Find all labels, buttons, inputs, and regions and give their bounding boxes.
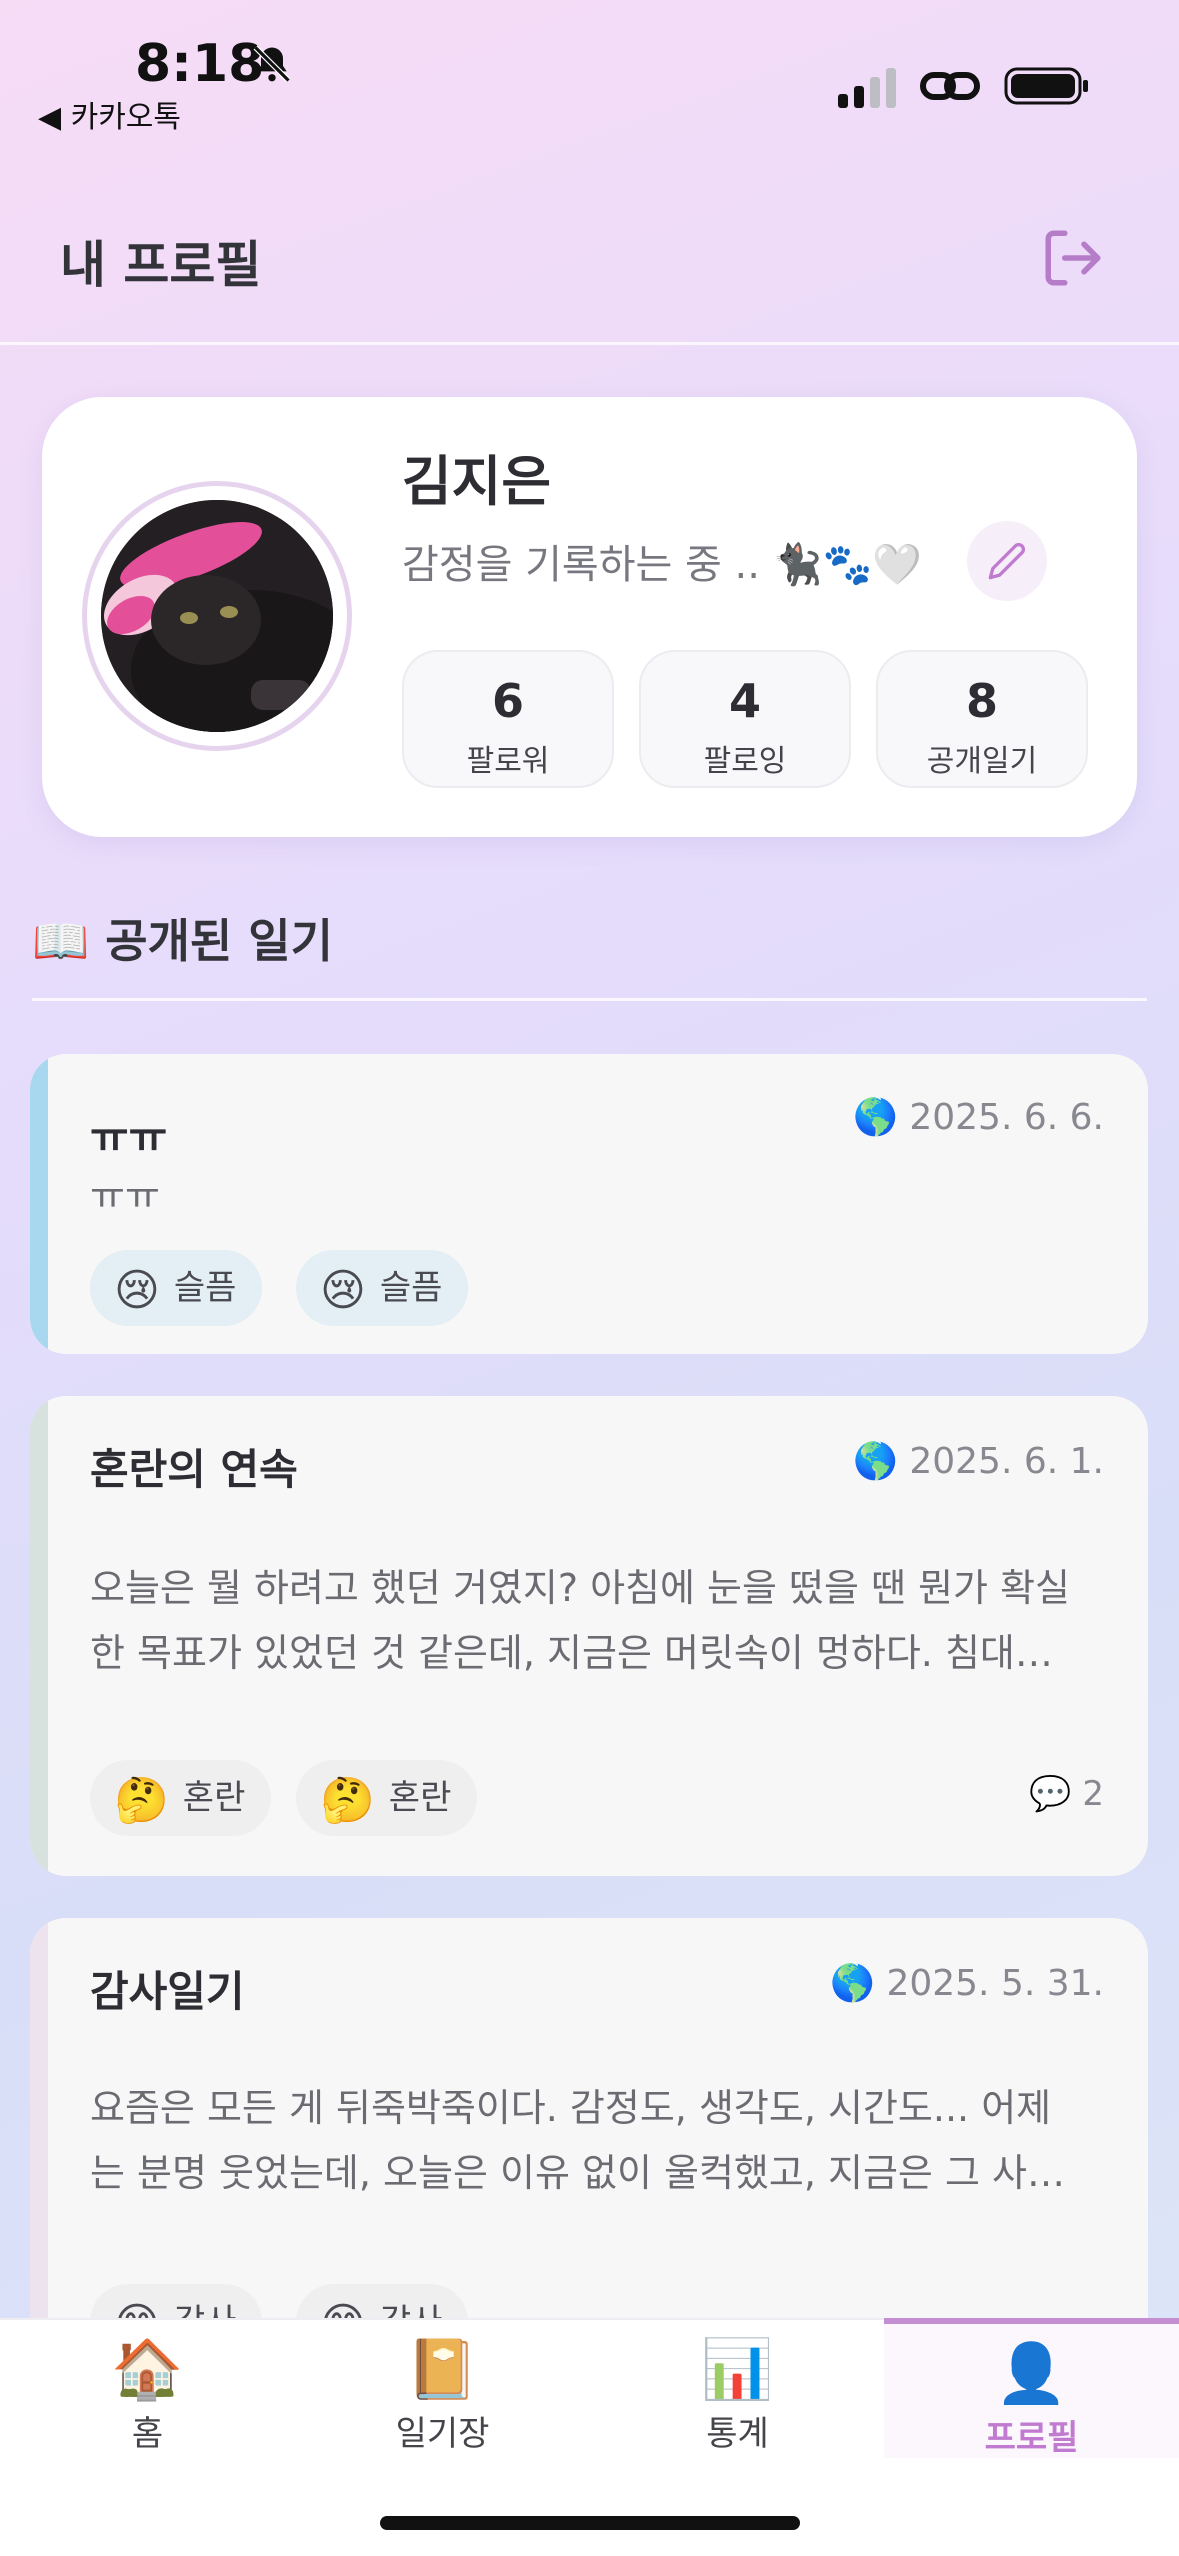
house-icon: 🏠 [111,2335,184,2403]
public-diary-stat[interactable]: 8 공개일기 [876,650,1088,788]
notebook-icon: 📔 [406,2335,479,2403]
header-divider [0,342,1179,345]
diary-title: ㅠㅠ [90,1113,168,1162]
avatar [101,500,333,732]
nav-profile-label: 프로필 [984,2418,1079,2458]
followers-stat[interactable]: 6 팔로워 [402,650,614,788]
nav-stats-label: 통계 [706,2414,769,2454]
public-diary-label: 공개일기 [926,744,1038,779]
nav-home[interactable]: 🏠 홈 [0,2320,295,2460]
emotion-tag: 😢 슬픔 [296,1250,469,1326]
card-accent-bar [30,1054,48,1354]
home-indicator[interactable] [380,2516,800,2530]
thinking-emoji-icon: 🤔 [320,1775,375,1826]
bar-chart-icon: 📊 [701,2335,774,2403]
battery-icon [1004,67,1088,105]
cat-photo [101,500,333,732]
diary-body-line: 는 분명 웃었는데, 오늘은 이유 없이 울컥했고, 지금은 그 사… [90,2151,1065,2195]
card-accent-bar [30,1396,48,1876]
back-to-app-link[interactable]: ◀ 카카오톡 [38,92,181,136]
status-bar: 8:18 ◀ 카카오톡 [0,0,1179,135]
comment-count[interactable]: 💬 2 [1029,1774,1104,1814]
emotion-tag: 😢 슬픔 [90,1250,263,1326]
diary-date: 🌎 2025. 6. 6. [853,1097,1104,1138]
diary-body-line: 요즘은 모든 게 뒤죽박죽이다. 감정도, 생각도, 시간도... 어제 [90,2086,1052,2130]
profile-name: 김지은 [402,450,552,513]
followers-count: 6 [491,674,524,728]
emotion-tag: 🤔 혼란 [90,1760,272,1836]
page-title: 내 프로필 [60,236,262,294]
diary-card[interactable]: ㅠㅠ 🌎 2025. 6. 6. ㅠㅠ 😢 슬픔 😢 슬픔 [30,1054,1148,1354]
bell-muted-icon [253,45,291,83]
user-silhouette-icon: 👤 [995,2339,1068,2407]
emotion-tag: 🤔 혼란 [296,1760,478,1836]
following-label: 팔로잉 [703,744,787,779]
header: 내 프로필 [0,185,1179,345]
emotion-tag-label: 슬픔 [173,1268,237,1308]
followers-label: 팔로워 [466,744,550,779]
nav-stats[interactable]: 📊 통계 [590,2320,885,2460]
edit-profile-button[interactable] [967,521,1047,601]
avatar-ring[interactable] [82,481,352,751]
diary-date: 🌎 2025. 6. 1. [853,1441,1104,1482]
nav-profile[interactable]: 👤 프로필 [884,2318,1179,2458]
emotion-tag-label: 슬픔 [379,1268,443,1308]
nav-home-label: 홈 [131,2414,164,2454]
sad-emoji-icon: 😢 [114,1265,160,1316]
logout-icon[interactable] [1040,225,1106,291]
section-title: 📖 공개된 일기 [32,914,333,968]
diary-body: ㅠㅠ [90,1174,160,1218]
link-icon [920,72,980,100]
section-divider [32,998,1147,1001]
diary-card[interactable]: 혼란의 연속 🌎 2025. 6. 1. 오늘은 뭘 하려고 했던 거였지? 아… [30,1396,1148,1876]
diary-title: 감사일기 [90,1967,245,2016]
diary-body-line: 오늘은 뭘 하려고 했던 거였지? 아침에 눈을 떴을 땐 뭔가 확실 [90,1566,1071,1610]
emotion-tag-label: 혼란 [182,1778,246,1818]
following-stat[interactable]: 4 팔로잉 [639,650,851,788]
profile-card: 김지은 감정을 기록하는 중 .. 🐈‍⬛🐾🤍 6 팔로워 4 팔로잉 8 공개… [42,397,1137,837]
status-time: 8:18 [135,34,265,94]
diary-body-line: 한 목표가 있었던 것 같은데, 지금은 머릿속이 멍하다. 침대… [90,1631,1053,1675]
sad-emoji-icon: 😢 [320,1265,366,1316]
diary-title: 혼란의 연속 [90,1445,298,1494]
pencil-icon [988,542,1026,580]
thinking-emoji-icon: 🤔 [114,1775,169,1826]
cellular-signal-icon [838,68,896,108]
emotion-tag-label: 혼란 [388,1778,452,1818]
public-diary-count: 8 [965,674,998,728]
diary-date: 🌎 2025. 5. 31. [830,1963,1104,2004]
nav-diary[interactable]: 📔 일기장 [295,2320,590,2460]
following-count: 4 [728,674,761,728]
nav-diary-label: 일기장 [395,2414,490,2454]
profile-bio: 감정을 기록하는 중 .. 🐈‍⬛🐾🤍 [402,542,923,588]
